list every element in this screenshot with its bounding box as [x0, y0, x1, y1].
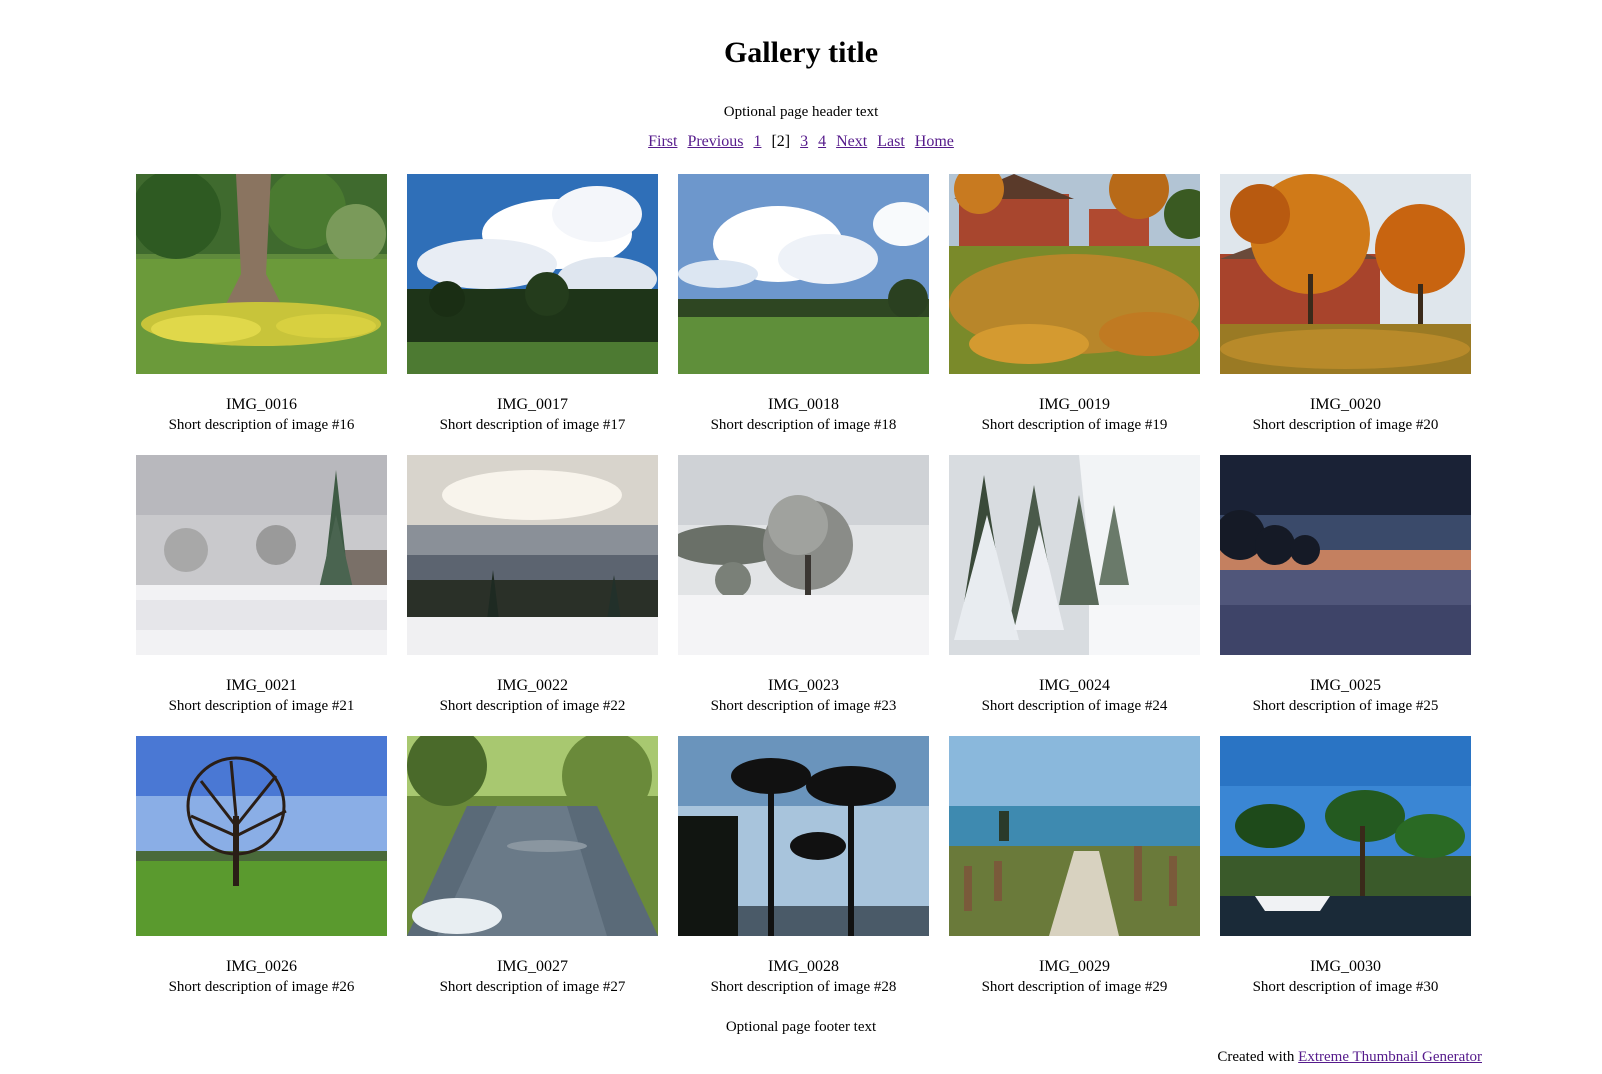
image-description: Short description of image #19 — [981, 417, 1168, 433]
image-description: Short description of image #17 — [439, 417, 626, 433]
image-name: IMG_0024 — [1038, 677, 1111, 694]
credit-prefix: Created with — [1217, 1049, 1295, 1065]
gallery-page: Gallery title Optional page header text … — [0, 0, 1602, 1074]
thumbnail-image-20[interactable] — [1220, 174, 1471, 374]
gallery-row: IMG_0026 Short description of image #26 — [136, 736, 1476, 1017]
image-name: IMG_0029 — [1038, 958, 1111, 975]
pager-page-1-link[interactable]: 1 — [753, 133, 761, 150]
gallery-row: IMG_0021 Short description of image #21 — [136, 455, 1476, 736]
gallery-item: IMG_0029 Short description of image #29 — [949, 736, 1200, 1017]
thumbnail-image-21[interactable] — [136, 455, 387, 655]
thumbnail-image-30[interactable] — [1220, 736, 1471, 936]
image-description: Short description of image #22 — [439, 698, 626, 714]
gallery-row: IMG_0016 Short description of image #16 — [136, 174, 1476, 455]
pager-next-link[interactable]: Next — [836, 133, 867, 150]
pager-page-4-link[interactable]: 4 — [818, 133, 826, 150]
gallery-item: IMG_0030 Short description of image #30 — [1220, 736, 1471, 1017]
image-name: IMG_0023 — [767, 677, 840, 694]
gallery-item: IMG_0025 Short description of image #25 — [1220, 455, 1471, 736]
image-description: Short description of image #27 — [439, 979, 626, 995]
image-name: IMG_0016 — [225, 396, 298, 413]
thumbnail-image-22[interactable] — [407, 455, 658, 655]
pager-last-link[interactable]: Last — [877, 133, 905, 150]
thumbnail-image-29[interactable] — [949, 736, 1200, 936]
generator-link[interactable]: Extreme Thumbnail Generator — [1298, 1049, 1482, 1065]
generator-credit: Created with Extreme Thumbnail Generator — [1217, 1047, 1482, 1067]
thumbnail-image-16[interactable] — [136, 174, 387, 374]
thumbnail-image-28[interactable] — [678, 736, 929, 936]
gallery-item: IMG_0023 Short description of image #23 — [678, 455, 929, 736]
pager-current-page: [2] — [771, 133, 791, 150]
image-name: IMG_0021 — [225, 677, 298, 694]
pagination: First Previous 1 [2] 3 4 Next Last Home — [0, 132, 1602, 152]
image-description: Short description of image #30 — [1252, 979, 1439, 995]
pager-page-3-link[interactable]: 3 — [800, 133, 808, 150]
image-description: Short description of image #25 — [1252, 698, 1439, 714]
page-title: Gallery title — [723, 36, 879, 69]
image-name: IMG_0026 — [225, 958, 298, 975]
image-name: IMG_0018 — [767, 396, 840, 413]
thumbnail-image-19[interactable] — [949, 174, 1200, 374]
image-name: IMG_0019 — [1038, 396, 1111, 413]
image-description: Short description of image #20 — [1252, 417, 1439, 433]
image-name: IMG_0017 — [496, 396, 569, 413]
image-description: Short description of image #28 — [710, 979, 897, 995]
pager-first-link[interactable]: First — [648, 133, 677, 150]
gallery-item: IMG_0026 Short description of image #26 — [136, 736, 387, 1017]
gallery-item: IMG_0022 Short description of image #22 — [407, 455, 658, 736]
image-description: Short description of image #18 — [710, 417, 897, 433]
page-header-text: Optional page header text — [723, 104, 879, 120]
gallery-item: IMG_0020 Short description of image #20 — [1220, 174, 1471, 455]
thumbnail-grid: IMG_0016 Short description of image #16 — [136, 174, 1476, 1017]
thumbnail-image-26[interactable] — [136, 736, 387, 936]
image-description: Short description of image #16 — [168, 417, 355, 433]
gallery-item: IMG_0028 Short description of image #28 — [678, 736, 929, 1017]
image-description: Short description of image #26 — [168, 979, 355, 995]
gallery-item: IMG_0027 Short description of image #27 — [407, 736, 658, 1017]
image-name: IMG_0025 — [1309, 677, 1382, 694]
thumbnail-image-24[interactable] — [949, 455, 1200, 655]
image-name: IMG_0020 — [1309, 396, 1382, 413]
image-name: IMG_0028 — [767, 958, 840, 975]
gallery-item: IMG_0017 Short description of image #17 — [407, 174, 658, 455]
gallery-item: IMG_0016 Short description of image #16 — [136, 174, 387, 455]
image-description: Short description of image #21 — [168, 698, 355, 714]
image-description: Short description of image #29 — [981, 979, 1168, 995]
thumbnail-image-25[interactable] — [1220, 455, 1471, 655]
image-name: IMG_0027 — [496, 958, 569, 975]
thumbnail-image-18[interactable] — [678, 174, 929, 374]
thumbnail-image-17[interactable] — [407, 174, 658, 374]
gallery-item: IMG_0019 Short description of image #19 — [949, 174, 1200, 455]
image-description: Short description of image #23 — [710, 698, 897, 714]
pager-home-link[interactable]: Home — [915, 133, 954, 150]
gallery-item: IMG_0021 Short description of image #21 — [136, 455, 387, 736]
pager-previous-link[interactable]: Previous — [687, 133, 743, 150]
gallery-item: IMG_0018 Short description of image #18 — [678, 174, 929, 455]
image-description: Short description of image #24 — [981, 698, 1168, 714]
image-name: IMG_0022 — [496, 677, 569, 694]
image-name: IMG_0030 — [1309, 958, 1382, 975]
gallery-item: IMG_0024 Short description of image #24 — [949, 455, 1200, 736]
thumbnail-image-23[interactable] — [678, 455, 929, 655]
thumbnail-image-27[interactable] — [407, 736, 658, 936]
page-footer-text: Optional page footer text — [725, 1019, 877, 1035]
